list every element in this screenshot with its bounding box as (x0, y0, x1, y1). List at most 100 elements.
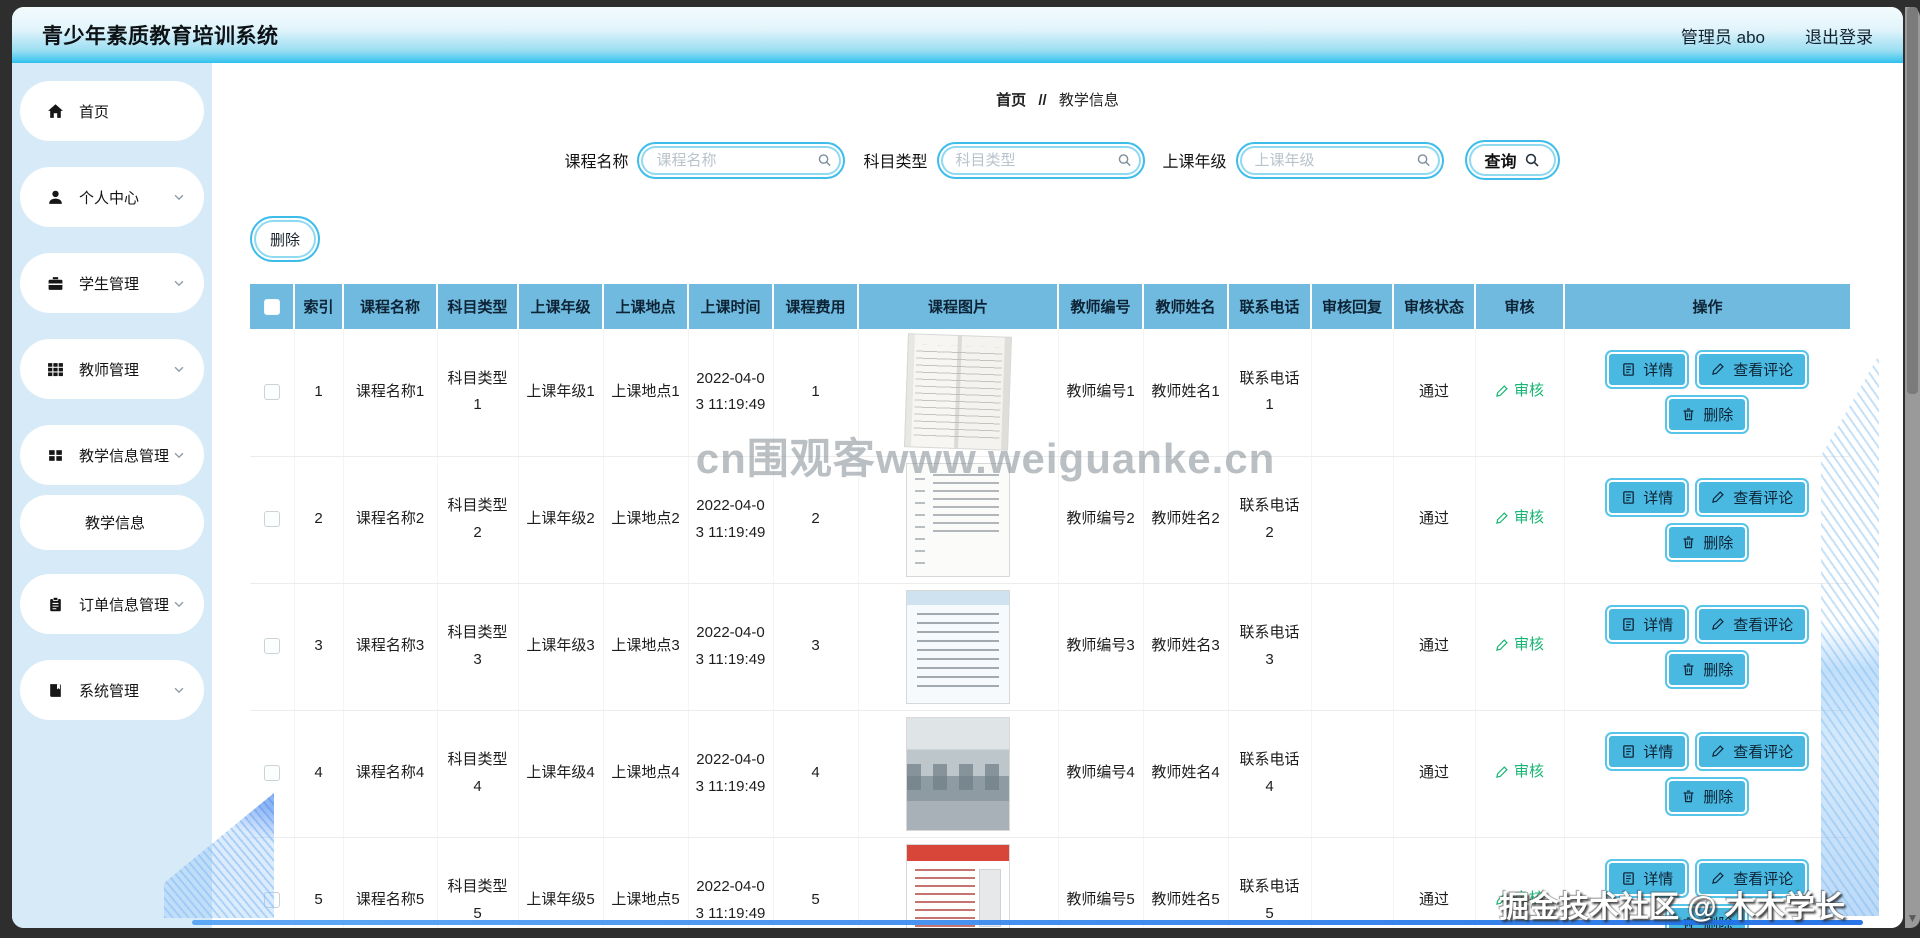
cell-teacher-no: 教师编号5 (1058, 837, 1144, 928)
audit-link[interactable]: 审核 (1495, 759, 1544, 785)
course-name-input[interactable] (637, 141, 846, 179)
delete-button[interactable]: 删除 (1667, 651, 1748, 687)
view-comments-button-label: 查看评论 (1733, 870, 1794, 888)
header-cell: 审核回复 (1311, 284, 1394, 329)
document-icon (1621, 744, 1636, 759)
course-image (904, 333, 1012, 452)
scrollbar-down-arrow[interactable]: ▼ (1905, 912, 1920, 924)
cell-index: 2 (294, 456, 344, 584)
audit-link-label: 审核 (1513, 889, 1544, 907)
view-comments-button-label: 查看评论 (1733, 362, 1794, 380)
modules-icon (47, 447, 64, 464)
view-comments-button[interactable]: 查看评论 (1697, 606, 1808, 642)
app-title: 青少年素质教育培训系统 (42, 25, 279, 48)
cell-course-image (858, 329, 1059, 457)
cell-subject-type: 科目类型5 (437, 837, 519, 928)
document-icon (1621, 362, 1636, 377)
view-comments-button[interactable]: 查看评论 (1697, 352, 1808, 388)
pencil-icon (1495, 511, 1509, 525)
trash-icon (1681, 535, 1696, 550)
subject-type-input[interactable] (936, 141, 1145, 179)
sidebar-item-teaching-info-management[interactable]: 教学信息管理 (20, 425, 204, 485)
view-comments-button[interactable]: 查看评论 (1697, 733, 1808, 769)
cell-fee: 5 (773, 837, 859, 928)
detail-button[interactable]: 详情 (1607, 860, 1688, 896)
audit-link[interactable]: 审核 (1495, 505, 1544, 531)
delete-selected-button[interactable]: 删除 (250, 216, 320, 262)
audit-link[interactable]: 审核 (1495, 378, 1544, 404)
sidebar-subitem-teaching-info[interactable]: 教学信息 (20, 495, 204, 550)
logout-link[interactable]: 退出登录 (1805, 23, 1873, 48)
breadcrumb-home[interactable]: 首页 (996, 92, 1026, 109)
search-row: 课程名称 科目类型 上课年级 (212, 140, 1903, 180)
row-checkbox[interactable] (263, 892, 280, 909)
chevron-down-icon (172, 276, 186, 290)
clipboard-icon (47, 596, 64, 613)
delete-button-label: 删除 (1703, 788, 1734, 806)
class-grade-input[interactable] (1235, 141, 1444, 179)
detail-button-label: 详情 (1643, 362, 1674, 380)
home-icon (47, 103, 64, 120)
audit-link[interactable]: 审核 (1495, 886, 1544, 912)
detail-button[interactable]: 详情 (1607, 352, 1688, 388)
pencil-icon (1711, 871, 1726, 886)
delete-button[interactable]: 删除 (1667, 524, 1748, 560)
sidebar-item-order-info-management[interactable]: 订单信息管理 (20, 574, 204, 634)
view-comments-button-label: 查看评论 (1733, 489, 1794, 507)
admin-user-label[interactable]: 管理员 abo (1681, 23, 1765, 48)
sidebar-item-personal-center[interactable]: 个人中心 (20, 167, 204, 227)
cell-phone: 联系电话1 (1228, 329, 1312, 457)
sidebar-item-home[interactable]: 首页 (20, 81, 204, 141)
cell-teacher-name: 教师姓名3 (1143, 583, 1229, 711)
row-checkbox[interactable] (263, 511, 280, 528)
search-icon (817, 153, 832, 168)
vertical-scrollbar[interactable]: ▼ (1905, 7, 1920, 928)
sidebar-item-label: 系统管理 (79, 682, 140, 700)
class-grade-label: 上课年级 (1162, 154, 1227, 171)
cell-phone: 联系电话5 (1228, 837, 1312, 928)
cell-audit: 审核 (1475, 329, 1565, 457)
cell-grade: 上课年级3 (518, 583, 604, 711)
cell-course-name: 课程名称3 (343, 583, 438, 711)
cell-course-image (858, 583, 1059, 711)
view-comments-button[interactable]: 查看评论 (1697, 479, 1808, 515)
sidebar-item-label: 教师管理 (79, 361, 140, 379)
pencil-icon (1711, 617, 1726, 632)
detail-button[interactable]: 详情 (1607, 479, 1688, 515)
row-checkbox[interactable] (263, 384, 280, 401)
app-window: 青少年素质教育培训系统 管理员 abo 退出登录 首页 个人中心 学生管理 教师… (12, 7, 1903, 928)
trash-icon (1681, 789, 1696, 804)
cell-time: 2022-04-03 11:19:49 (688, 456, 774, 584)
course-image (906, 462, 1010, 577)
cell-audit-status: 通过 (1393, 456, 1476, 584)
cell-place: 上课地点2 (603, 456, 689, 584)
sidebar-item-system-management[interactable]: 系统管理 (20, 660, 204, 720)
view-comments-button-label: 查看评论 (1733, 743, 1794, 761)
main-content: 首页 // 教学信息 课程名称 科目类型 (212, 63, 1903, 928)
briefcase-icon (47, 275, 64, 292)
scrollbar-thumb[interactable] (1907, 7, 1918, 394)
cell-checkbox (250, 710, 295, 838)
header-cell: 课程图片 (858, 284, 1059, 329)
audit-link[interactable]: 审核 (1495, 632, 1544, 658)
cell-audit-reply (1311, 583, 1394, 711)
detail-button[interactable]: 详情 (1607, 606, 1688, 642)
sidebar-item-student-management[interactable]: 学生管理 (20, 253, 204, 313)
detail-button[interactable]: 详情 (1607, 733, 1688, 769)
cell-place: 上课地点3 (603, 583, 689, 711)
detail-button-label: 详情 (1643, 489, 1674, 507)
cell-phone: 联系电话3 (1228, 583, 1312, 711)
search-icon (1524, 152, 1540, 168)
query-button[interactable]: 查询 (1464, 140, 1560, 180)
row-checkbox[interactable] (263, 765, 280, 782)
view-comments-button[interactable]: 查看评论 (1697, 860, 1808, 896)
grid-icon (47, 361, 64, 378)
cell-checkbox (250, 329, 295, 457)
pencil-icon (1495, 384, 1509, 398)
delete-button[interactable]: 删除 (1667, 397, 1748, 433)
row-checkbox[interactable] (263, 638, 280, 655)
cell-actions: 详情 查看评论删除 (1564, 583, 1850, 711)
delete-button[interactable]: 删除 (1667, 778, 1748, 814)
sidebar-item-teacher-management[interactable]: 教师管理 (20, 339, 204, 399)
select-all-checkbox[interactable] (263, 299, 280, 316)
